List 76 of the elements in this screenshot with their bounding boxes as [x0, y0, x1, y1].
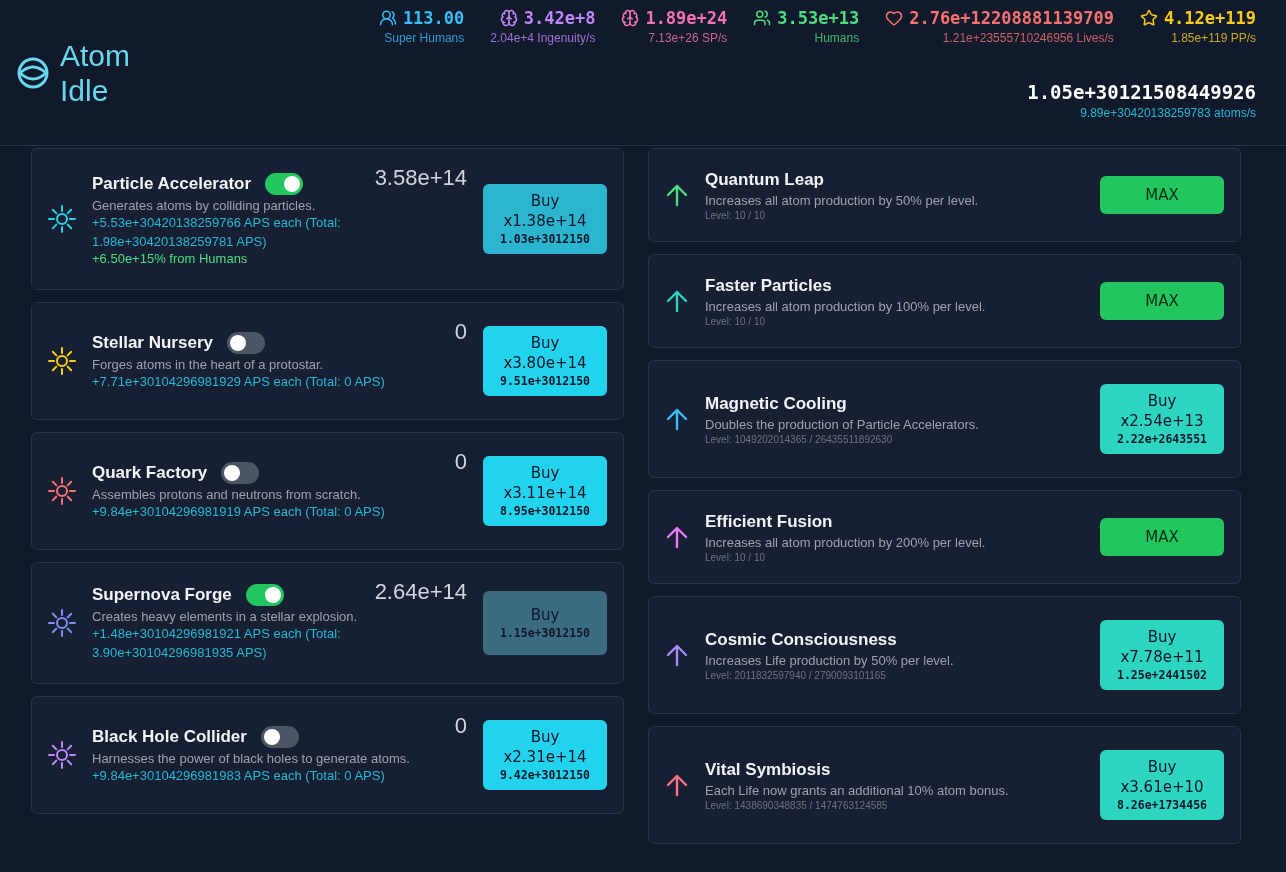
stat-label: Humans: [814, 31, 860, 45]
upgrade-name: Magnetic Cooling: [705, 393, 848, 414]
upgrade-level: Level: 1049202014365 / 26435511892630: [705, 433, 894, 445]
generator-name: Black Hole Collider: [92, 726, 247, 747]
stat-label: 1.21e+23555710246956 Lives/s: [942, 31, 1114, 45]
upgrade-name: Faster Particles: [705, 275, 833, 296]
upgrade-description: Increases all atom production by 100% per level.: [705, 298, 987, 314]
app-title: Atom Idle: [60, 38, 132, 108]
buy-button[interactable]: Buy x7.78e+11 1.25e+2441502: [1100, 620, 1224, 690]
stat-label: Super Humans: [384, 31, 465, 45]
toggle-switch[interactable]: [245, 584, 284, 606]
generator-name: Quark Factory: [92, 462, 208, 483]
production-text: +9.84e+30104296981919 APS each (Total: 0 APS): [92, 502, 386, 521]
generator-count: 3.58e+14: [374, 165, 467, 191]
toggle-switch[interactable]: [265, 172, 304, 195]
upgrade-name: Quantum Leap: [705, 169, 825, 190]
generator-name: Particle Accelerator: [92, 173, 252, 194]
upgrade-description: Increases Life production by 50% per level.: [705, 652, 955, 668]
upgrade-level: Level: 1438690348835 / 1474763124585: [705, 799, 889, 811]
stat-value: 1.89e+24: [645, 8, 728, 28]
upgrade-level: Level: 2011832597940 / 2790093101165: [705, 669, 887, 681]
stat-value: 4.12e+119: [1163, 8, 1256, 28]
toggle-switch[interactable]: [226, 331, 265, 354]
upgrade-name: Vital Symbiosis: [705, 759, 832, 780]
production-text: +5.53e+30420138259766 APS each (Total: 1.98e+30420138259781 APS): [92, 213, 342, 251]
upgrade-description: Increases all atom production by 200% per level.: [705, 534, 987, 550]
generator-count: 2.64e+14: [374, 579, 467, 605]
toggle-switch[interactable]: [260, 725, 299, 748]
max-button[interactable]: MAX: [1100, 518, 1224, 556]
stat-value: 3.53e+13: [777, 8, 860, 28]
generator-count: 0: [454, 713, 467, 739]
stat-value: 3.42e+8: [523, 8, 596, 28]
production-text: +7.71e+30104296981929 APS each (Total: 0 APS): [92, 372, 386, 391]
upgrade-level: Level: 10 / 10: [705, 551, 767, 563]
stat-label: 2.04e+4 Ingenuity/s: [490, 31, 596, 45]
generator-description: Forges atoms in the heart of a protostar.: [92, 356, 325, 372]
generator-description: Harnesses the power of black holes to generate atoms.: [92, 750, 411, 766]
upgrade-name: Efficient Fusion: [705, 511, 834, 532]
bonus-text: +6.50e+15% from Humans: [92, 250, 249, 266]
upgrade-level: Level: 10 / 10: [705, 209, 767, 221]
heart-icon: [885, 9, 904, 27]
max-button[interactable]: MAX: [1100, 176, 1224, 214]
generator-count: 0: [454, 449, 467, 475]
production-text: +1.48e+30104296981921 APS each (Total: 3.90e+30104296981935 APS): [92, 625, 342, 662]
generator-name: Supernova Forge: [92, 585, 232, 605]
max-button[interactable]: MAX: [1100, 282, 1224, 320]
generator-count: 0: [454, 319, 467, 345]
upgrade-description: Doubles the production of Particle Accelerators.: [705, 416, 980, 432]
production-text: +9.84e+30104296981983 APS each (Total: 0 APS): [92, 766, 386, 785]
star-icon: [1139, 9, 1158, 27]
atom-count: 1.05e+30121508449926: [1027, 81, 1256, 103]
stat-value: 2.76e+12208881139709: [909, 8, 1114, 28]
buy-button[interactable]: Buy x2.31e+14 9.42e+3012150: [483, 720, 607, 790]
atom-rate: 9.89e+30420138259783 atoms/s: [1080, 106, 1256, 120]
upgrade-name: Cosmic Consciousness: [705, 629, 898, 650]
stat-label: 7.13e+26 SP/s: [648, 31, 728, 45]
generator-description: Creates heavy elements in a stellar explosion.: [92, 609, 359, 624]
generator-description: Generates atoms by colliding particles.: [92, 197, 317, 213]
upgrade-description: Each Life now grants an additional 10% atom bonus.: [705, 782, 1010, 798]
brain-icon: [621, 9, 640, 27]
buy-button[interactable]: Buy x3.11e+14 8.95e+3012150: [483, 456, 607, 526]
upgrade-description: Increases all atom production by 50% per level.: [705, 192, 980, 208]
buy-button[interactable]: Buy x3.80e+14 9.51e+3012150: [483, 326, 607, 396]
buy-button[interactable]: Buy x3.61e+10 8.26e+1734456: [1100, 750, 1224, 820]
brain-icon: [499, 9, 518, 27]
buy-button[interactable]: Buy x1.38e+14 1.03e+3012150: [483, 184, 607, 254]
user-icon: [378, 9, 397, 27]
users-icon: [753, 9, 772, 27]
logo-icon: [16, 56, 50, 90]
stat-value: 113.00: [402, 8, 465, 28]
stat-label: 1.85e+119 PP/s: [1171, 31, 1256, 45]
upgrade-level: Level: 10 / 10: [705, 315, 767, 327]
generator-name: Stellar Nursery: [92, 332, 213, 353]
generator-description: Assembles protons and neutrons from scratch.: [92, 486, 362, 502]
buy-button[interactable]: Buy x2.54e+13 2.22e+2643551: [1100, 384, 1224, 454]
toggle-switch[interactable]: [221, 461, 260, 484]
